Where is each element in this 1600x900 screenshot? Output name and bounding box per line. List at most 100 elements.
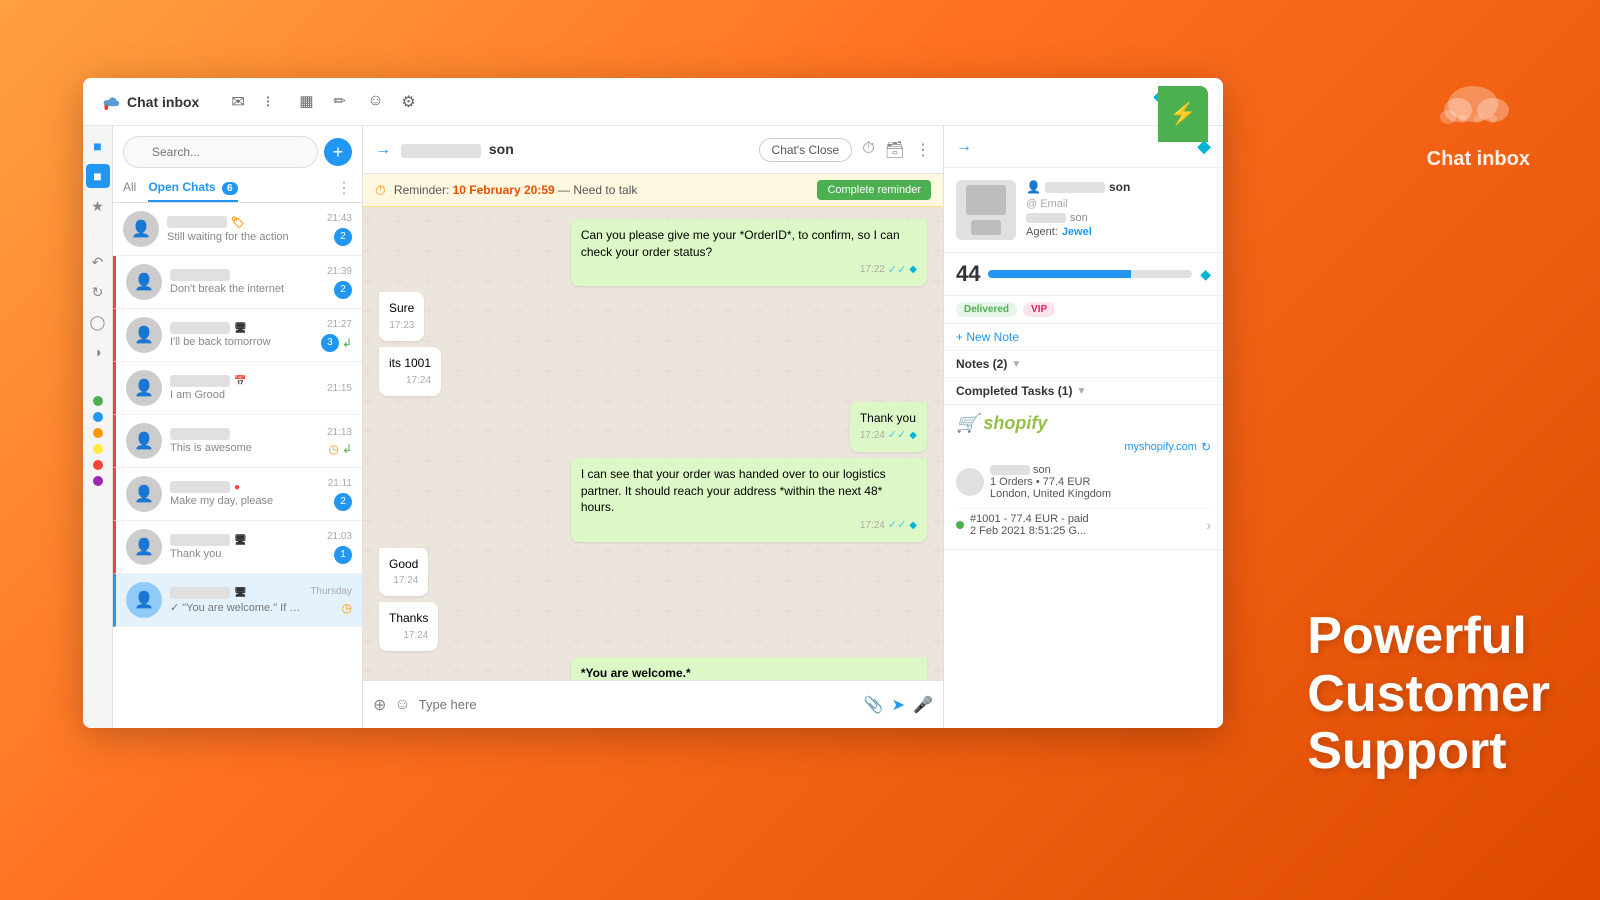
edit-icon[interactable]: ✏ <box>333 92 353 112</box>
message-text: Thank you <box>860 411 916 425</box>
search-input[interactable] <box>123 136 318 168</box>
message-meta: 17:24 <box>389 629 428 643</box>
order-item-info: #1001 - 77.4 EUR - paid 2 Feb 2021 8:51:… <box>970 513 1089 537</box>
message-bubble: I can see that your order was handed ove… <box>571 458 927 542</box>
send-icon[interactable]: ➤ <box>892 695 905 715</box>
powerful-line3: Support <box>1307 723 1550 780</box>
left-nav: ■ ■ ★ ↶ ↻ ◯ ◑ <box>83 126 113 728</box>
chat-item[interactable]: 👤 Don't break the internet 21:39 2 <box>113 256 362 309</box>
tab-open-chats[interactable]: Open Chats 6 <box>148 174 237 202</box>
person-icon[interactable]: ☺ <box>367 92 387 112</box>
message-text: Good <box>389 557 418 571</box>
chat-item[interactable]: 👤 ● Make my day, please 21:11 2 <box>113 468 362 521</box>
chat-name: 🖥 <box>170 534 319 546</box>
nav-group-icon[interactable]: ◑ <box>86 340 110 364</box>
chat-input[interactable] <box>419 697 856 712</box>
chat-item[interactable]: 👤 🖥 I'll be back tomorrow 21:27 3 ↲ <box>113 309 362 362</box>
notes-label: Notes (2) ▼ <box>956 357 1021 371</box>
chat-info: Don't break the internet <box>170 269 319 295</box>
nav-chat-icon[interactable]: ■ <box>86 134 110 158</box>
alarm-icon[interactable]: ⏱ <box>862 140 874 160</box>
message-meta: 17:22 ✓✓ ◆ <box>581 263 917 278</box>
check-icon: ✓✓ <box>888 263 906 278</box>
tabs-more-icon[interactable]: ⋮ <box>336 178 352 198</box>
promo-chat-inbox-label: Chat inbox <box>1427 147 1530 171</box>
nav-clock-icon[interactable]: ◯ <box>86 310 110 334</box>
avatar: 👤 <box>126 529 162 565</box>
chat-item[interactable]: 👤 🖥 Thank you 21:03 1 <box>113 521 362 574</box>
message-row: its 1001 17:24 <box>379 347 927 396</box>
message-row: Thank you 17:24 ✓✓ ◆ <box>379 402 927 452</box>
add-attachment-icon[interactable]: ⊕ <box>373 695 386 715</box>
chevron-down-small-icon: ▼ <box>1076 386 1086 397</box>
nav-dot-blue <box>93 412 103 422</box>
more-icon[interactable]: ⋮ <box>915 140 931 160</box>
chat-search-area: 🔍 + <box>113 126 362 174</box>
chat-item[interactable]: 👤 📅 I am Grood 21:15 <box>113 362 362 415</box>
grid-icon[interactable]: ⁝ <box>265 92 285 112</box>
archive-icon[interactable]: 🗃 <box>885 140 905 160</box>
person-small-icon: 👤 <box>1026 180 1041 194</box>
message-bubble: *You are welcome.* If there's anything e… <box>571 657 927 680</box>
message-row: Can you please give me your *OrderID*, t… <box>379 219 927 286</box>
nav-back-icon[interactable]: ↶ <box>86 250 110 274</box>
back-arrow-icon[interactable]: → <box>375 141 391 159</box>
reply-icon: ↲ <box>342 442 352 456</box>
chat-inbox-promo: Chat inbox <box>1427 82 1530 171</box>
reminder-icon: ⏱ <box>375 182 386 199</box>
nav-dot-green <box>93 396 103 406</box>
chat-item[interactable]: 👤 This is awesome 21:13 ◷ ↲ <box>113 415 362 468</box>
diamond-msg-icon: ◆ <box>909 263 917 277</box>
chat-item-active[interactable]: 👤 🖥 ✓ "You are welcome." If there's an..… <box>113 574 362 627</box>
close-chat-button[interactable]: Chat's Close <box>759 138 853 162</box>
mic-icon[interactable]: 🎤 <box>913 695 933 715</box>
nav-refresh-icon[interactable]: ↻ <box>86 280 110 304</box>
powerful-customer-support-text: Powerful Customer Support <box>1307 608 1550 780</box>
header-title: Chat inbox <box>127 94 199 110</box>
tag-vip[interactable]: VIP <box>1023 302 1055 317</box>
chat-meta: 21:11 2 <box>328 478 352 511</box>
nav-star-icon[interactable]: ★ <box>86 194 110 218</box>
add-chat-button[interactable]: + <box>324 138 352 166</box>
chat-name: 🖥 <box>170 587 302 599</box>
clock-icon: ◷ <box>328 442 338 456</box>
chat-meta: 21:15 <box>327 383 352 394</box>
paperclip-icon[interactable]: 📎 <box>864 695 884 715</box>
messages-area: Can you please give me your *OrderID*, t… <box>363 207 943 680</box>
check-icon: ✓✓ <box>888 518 906 533</box>
message-text: I can see that your order was handed ove… <box>581 467 886 515</box>
score-number: 44 <box>956 261 980 287</box>
tab-all[interactable]: All <box>123 174 136 202</box>
chevron-down-icon[interactable]: ▼ <box>1011 359 1021 370</box>
nav-active-icon[interactable]: ■ <box>86 164 110 188</box>
chat-name <box>170 428 319 440</box>
avatar: 👤 <box>126 423 162 459</box>
app-body: ■ ■ ★ ↶ ↻ ◯ ◑ 🔍 + <box>83 126 1223 728</box>
open-chats-badge: 6 <box>222 182 238 195</box>
chat-name: ● <box>170 481 320 493</box>
complete-reminder-button[interactable]: Complete reminder <box>817 180 931 200</box>
message-bubble: its 1001 17:24 <box>379 347 441 396</box>
chart-icon[interactable]: ▦ <box>299 92 319 112</box>
agent-name: Jewel <box>1062 226 1092 238</box>
reminder-text: Reminder: 10 February 20:59 — Need to ta… <box>394 183 810 197</box>
diamond-msg-icon: ◆ <box>909 429 917 443</box>
app-header: Chat inbox ✉ ⁝ ▦ ✏ ☺ ⚙ ◆ ▼ ⚡ <box>83 78 1223 126</box>
message-row: I can see that your order was handed ove… <box>379 458 927 542</box>
chat-preview: I am Grood <box>170 389 319 401</box>
chat-info: 📅 I am Grood <box>170 375 319 401</box>
tag-delivered[interactable]: Delivered <box>956 302 1017 317</box>
message-row: Sure 17:23 <box>379 292 927 341</box>
settings-icon[interactable]: ⚙ <box>401 92 421 112</box>
chat-name: 📅 <box>170 375 319 387</box>
chat-preview: Make my day, please <box>170 495 320 507</box>
emoji-icon[interactable]: ☺ <box>394 696 410 714</box>
inbox-icon[interactable]: ✉ <box>231 92 251 112</box>
chat-name: 🖥 <box>170 322 313 334</box>
clock-badge-icon: ◷ <box>342 601 352 615</box>
message-text: its 1001 <box>389 356 431 370</box>
avatar: 👤 <box>126 582 162 618</box>
panel-arrow-icon: → <box>956 138 972 156</box>
header-icons: ✉ ⁝ ▦ ✏ ☺ ⚙ <box>231 92 421 112</box>
chat-item[interactable]: 👤 🏷 Still waiting for the action 21:43 2 <box>113 203 362 256</box>
